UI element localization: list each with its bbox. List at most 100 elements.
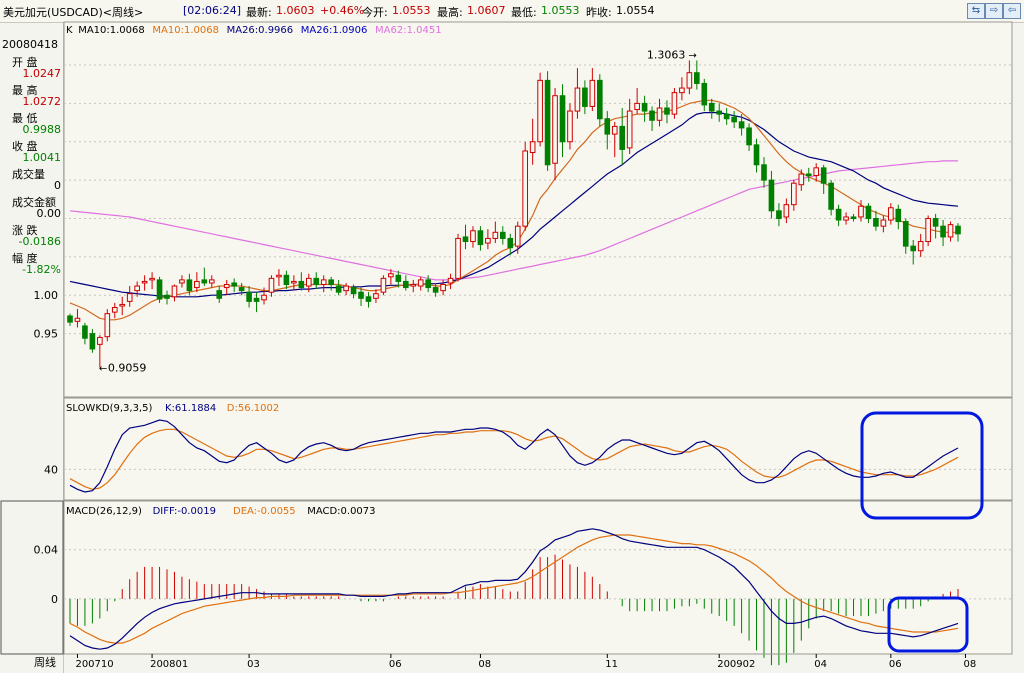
candle [925,215,931,247]
candle-body [902,221,909,247]
y-tick-label: 1.00 [34,289,59,302]
pane-3 [63,500,1013,655]
candle-body [261,294,267,301]
low-annotation: 0.9059 [108,361,147,374]
candle-body [835,208,842,221]
legend-item: DEA:-0.0055 [233,506,296,517]
candle-body [716,110,723,115]
candle-body [291,280,297,284]
candle-body [97,336,103,345]
candle [671,88,678,119]
y-tick-label: 0.95 [34,328,59,341]
candle-body [350,287,357,295]
candle-body [783,204,790,218]
x-tick-label: 08 [478,659,491,670]
x-tick-label: 200902 [717,659,755,670]
candle-body [701,82,708,106]
candle-body [925,218,931,243]
legend-item: DIFF:-0.0019 [153,506,216,517]
stock-chart: 1.00 0.95 1.3063 → 0.9059← K MA10:1.0068 MA10:1… [0,21,1013,670]
candle-body [298,280,305,289]
x-tick-label: 08 [963,659,976,670]
high-annotation: 1.3063 [647,48,686,61]
candle-body [858,205,864,218]
candle-body [328,279,334,285]
candle-body [753,144,760,166]
candle [522,141,529,231]
candle-body [552,95,558,164]
candle-body [850,216,857,219]
candle-body [141,280,148,284]
candle [597,74,603,127]
candle-body [917,241,924,252]
candle-body [738,121,745,129]
candle-body [283,274,290,285]
legend-item: MACD(26,12,9) [66,506,142,517]
candle-body [305,277,312,287]
candle-body [111,307,118,313]
y-tick-label: 0 [51,593,58,606]
candle-body [529,141,536,154]
candle-body [604,118,611,135]
candle [380,275,387,296]
candle-body [574,87,581,112]
candle-body [343,285,349,292]
x-tick-label: 06 [389,659,402,670]
candle-body [880,219,887,227]
x-tick-label: 11 [605,659,618,670]
candle-body [231,282,237,287]
candle-body [67,315,73,323]
candle-body [656,107,663,121]
candle-body [589,79,596,107]
candle-body [791,182,797,206]
candle-body [947,224,954,238]
candle-body [358,291,364,299]
legend-item: SLOWKD(9,3,3,5) [66,403,152,414]
candle-body [470,230,476,243]
candle-body [395,274,402,282]
legend-item: MA26:0.9966 [227,25,294,36]
candle-body [888,207,894,221]
candle-body [843,216,849,221]
candle-body [126,293,133,302]
candle-body [611,125,618,135]
candle-body [507,237,514,249]
candle-body [447,277,454,284]
legend-item: MA10:1.0068 [152,25,219,36]
legend-item: K:61.1884 [165,403,216,414]
candle-body [194,280,200,289]
candle-body [805,173,812,177]
candle [455,233,461,282]
legend-item: D:56.1002 [227,403,279,414]
candle-body [186,279,193,292]
candle-body [895,208,902,223]
y-tick-label: 40 [44,463,58,476]
candle-body [865,205,872,220]
candle-body [559,95,566,143]
candle-body [664,107,670,115]
candle-body [485,237,491,244]
candle-body [74,317,81,322]
candle-body [246,291,252,302]
candle-body [365,296,372,302]
candle-body [641,102,648,112]
candle [544,71,551,171]
candle-body [119,303,126,307]
candle-body [820,167,827,184]
candle-body [514,225,521,247]
candle-body [679,87,685,94]
candle-body [201,279,208,284]
candle-body [268,277,275,293]
candle-body [671,92,678,115]
candle-body [380,277,387,293]
candle-body [440,283,446,292]
candle [537,72,543,147]
candle-body [477,230,484,246]
candle-body [171,285,178,298]
candle-body [82,325,88,339]
candle [156,276,163,303]
candle-body [798,173,805,186]
candle-body [582,87,588,107]
candle-body [694,72,700,84]
low-arrow-icon: ← [99,363,107,374]
